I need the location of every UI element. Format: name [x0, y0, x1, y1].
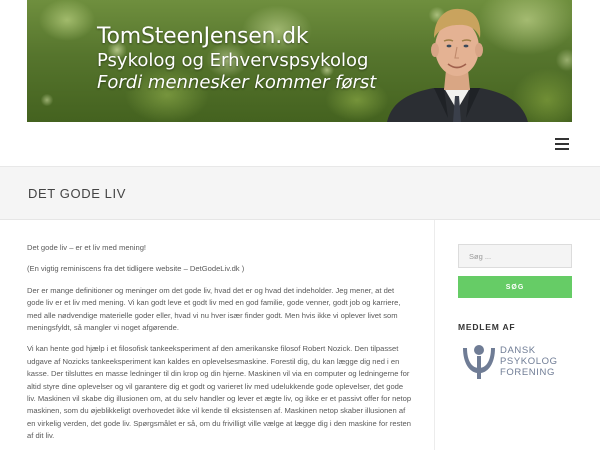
- page-title-band: DET GODE LIV: [0, 166, 600, 220]
- page-title: DET GODE LIV: [28, 186, 126, 201]
- paragraph-nozick: Vi kan hente god hjælp i et filosofisk t…: [27, 344, 412, 441]
- site-role: Psykolog og Erhvervspsykolog: [97, 50, 369, 71]
- banner-text: TomSteenJensen.dk Psykolog og Erhvervsps…: [97, 24, 376, 94]
- menu-bar-middle: [555, 143, 569, 145]
- sidebar-divider: [434, 220, 435, 450]
- hamburger-menu-icon[interactable]: [555, 138, 569, 150]
- search-button[interactable]: SØG: [458, 276, 572, 298]
- menu-bar-top: [555, 138, 569, 140]
- site-tagline: Fordi mennesker kommer først: [97, 72, 377, 93]
- paragraph-definitions: Der er mange definitioner og meninger om…: [27, 285, 401, 333]
- main-content: Det gode liv – er et liv med mening! (En…: [27, 242, 412, 450]
- menu-bar-bottom: [555, 148, 569, 150]
- page: TomSteenJensen.dk Psykolog og Erhvervsps…: [0, 0, 600, 450]
- member-heading: MEDLEM AF: [458, 322, 516, 332]
- logo-line-forening: FORENING: [500, 367, 555, 378]
- navbar: [0, 122, 600, 166]
- header-banner[interactable]: TomSteenJensen.dk Psykolog og Erhvervsps…: [27, 0, 572, 122]
- site-name[interactable]: TomSteenJensen.dk: [97, 24, 376, 50]
- logo-line-dansk: DANSK: [500, 345, 536, 356]
- search-input[interactable]: [458, 244, 572, 268]
- logo-line-psykolog: PSYKOLOG: [500, 356, 558, 367]
- paragraph-reminiscence: (En vigtig reminiscens fra det tidligere…: [27, 264, 245, 274]
- banner-portrait: [387, 8, 528, 122]
- paragraph-intro: Det gode liv – er et liv med mening!: [27, 243, 147, 252]
